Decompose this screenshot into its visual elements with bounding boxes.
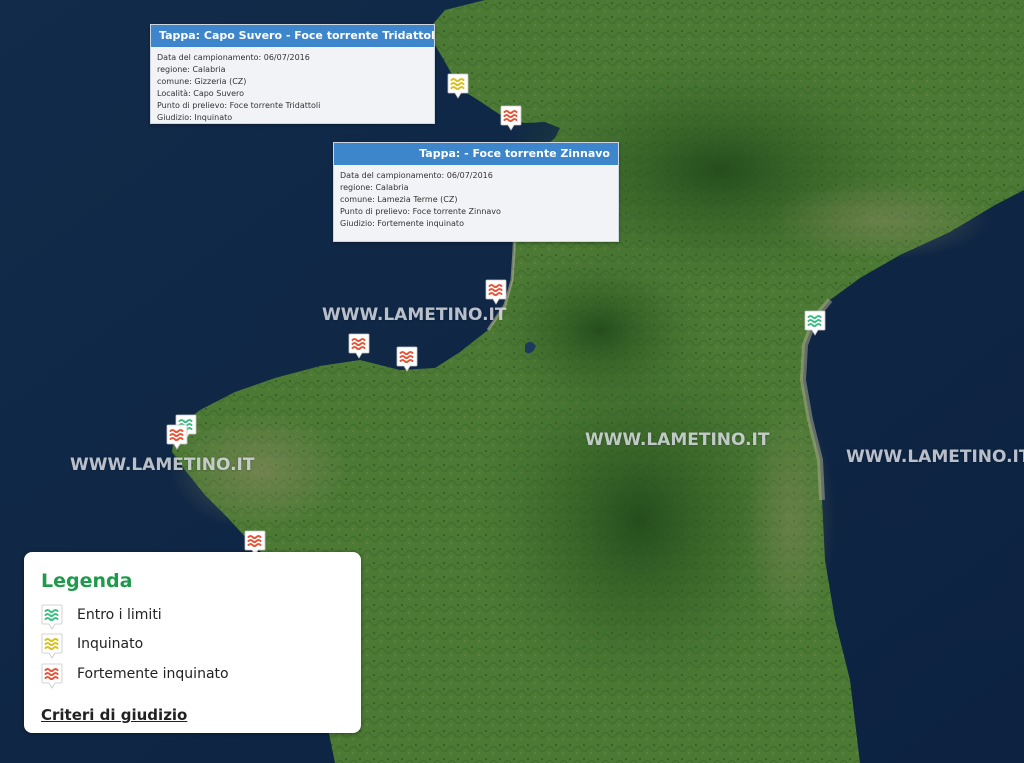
waves-marker-icon bbox=[500, 105, 522, 131]
watermark-text: WWW.LAMETINO.IT bbox=[846, 447, 1024, 467]
popup-line: comune: Gizzeria (CZ) bbox=[157, 77, 247, 86]
watermark-text: WWW.LAMETINO.IT bbox=[585, 430, 770, 450]
station-popup-zinnavo: Tappa: - Foce torrente Zinnavo Data del … bbox=[333, 142, 619, 242]
map-marker[interactable] bbox=[485, 279, 507, 305]
waves-marker-icon bbox=[447, 73, 469, 99]
map-marker[interactable] bbox=[348, 333, 370, 359]
waves-marker-icon bbox=[41, 663, 63, 689]
legend-item-label: Entro i limiti bbox=[77, 607, 162, 623]
popup-line: regione: Calabria bbox=[157, 65, 226, 74]
criteria-link[interactable]: Criteri di giudizio bbox=[41, 706, 187, 724]
popup-line: Giudizio: Inquinato bbox=[157, 113, 233, 122]
popup-line: Punto di prelievo: Foce torrente Zinnavo bbox=[340, 207, 501, 216]
legend-panel: Legenda Entro i limiti Inquinato Forteme… bbox=[24, 552, 361, 733]
map-marker[interactable] bbox=[396, 346, 418, 372]
popup-body: Data del campionamento: 06/07/2016 regio… bbox=[151, 47, 434, 127]
popup-title: Tappa: Capo Suvero - Foce torrente Trida… bbox=[151, 25, 434, 47]
waves-marker-icon bbox=[348, 333, 370, 359]
popup-line: Data del campionamento: 06/07/2016 bbox=[340, 171, 493, 180]
map-marker[interactable] bbox=[166, 424, 188, 450]
map-marker[interactable] bbox=[500, 105, 522, 131]
waves-marker-icon bbox=[166, 424, 188, 450]
popup-line: comune: Lamezia Terme (CZ) bbox=[340, 195, 458, 204]
watermark-text: WWW.LAMETINO.IT bbox=[70, 455, 255, 475]
popup-line: Giudizio: Fortemente inquinato bbox=[340, 219, 464, 228]
legend-item-label: Fortemente inquinato bbox=[77, 666, 229, 682]
waves-marker-icon bbox=[396, 346, 418, 372]
map-marker[interactable] bbox=[804, 310, 826, 336]
map-marker[interactable] bbox=[447, 73, 469, 99]
legend-title: Legenda bbox=[41, 570, 133, 592]
legend-item-label: Inquinato bbox=[77, 636, 144, 652]
popup-line: Località: Capo Suvero bbox=[157, 89, 245, 98]
popup-title: Tappa: - Foce torrente Zinnavo bbox=[334, 143, 618, 165]
popup-line: Punto di prelievo: Foce torrente Tridatt… bbox=[157, 101, 321, 110]
waves-marker-icon bbox=[804, 310, 826, 336]
waves-marker-icon bbox=[485, 279, 507, 305]
popup-body: Data del campionamento: 06/07/2016 regio… bbox=[334, 165, 618, 233]
waves-marker-icon bbox=[41, 604, 63, 630]
station-popup-capo-suvero: Tappa: Capo Suvero - Foce torrente Trida… bbox=[150, 24, 435, 124]
waves-marker-icon bbox=[41, 633, 63, 659]
watermark-text: WWW.LAMETINO.IT bbox=[322, 305, 507, 325]
popup-line: regione: Calabria bbox=[340, 183, 409, 192]
popup-line: Data del campionamento: 06/07/2016 bbox=[157, 53, 310, 62]
